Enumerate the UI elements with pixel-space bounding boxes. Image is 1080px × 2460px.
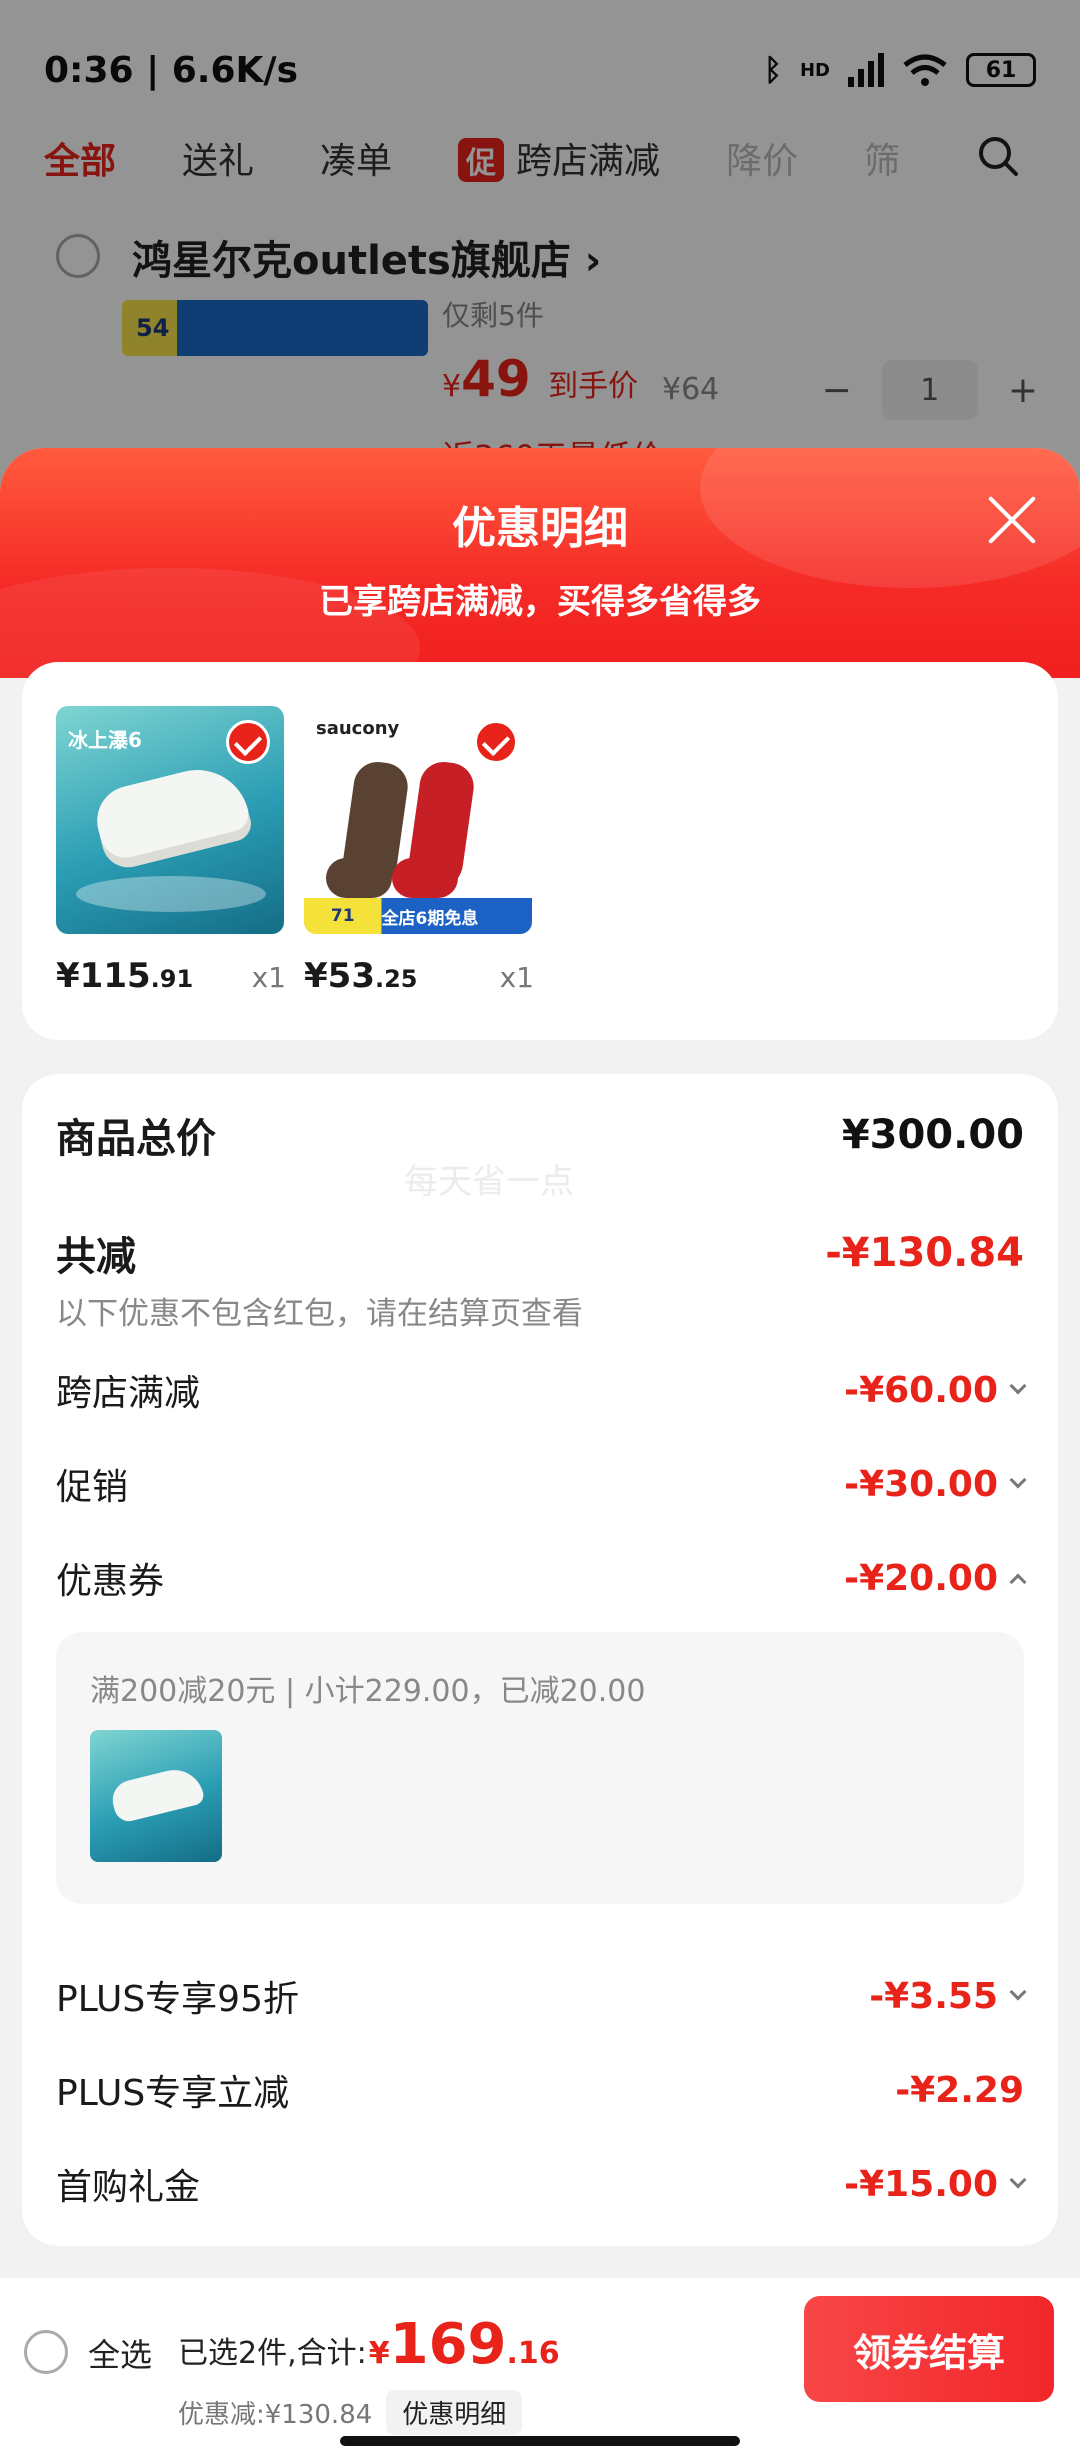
discount-note: 以下优惠不包含红包，请在结算页查看 [56,1296,583,1332]
total-price-value: ¥300.00 [841,1112,1024,1158]
discount-summary-card: 每天省一点 商品总价 ¥300.00 共减 -¥130.84 以下优惠不包含红包… [22,1074,1058,2246]
checkmark-icon[interactable] [226,720,270,764]
discount-row-first-purchase[interactable]: 首购礼金 -¥15.00 [56,2158,1027,2210]
product-image-shoe: 冰上瀑6 [56,706,284,934]
close-icon[interactable] [984,492,1040,548]
chevron-down-icon [1009,1377,1027,1395]
chevron-down-icon [1009,1983,1027,2001]
total-reduce-value: -¥130.84 [825,1230,1024,1276]
discount-row-plus-95[interactable]: PLUS专享95折 -¥3.55 [56,1970,1027,2022]
total-reduce-label: 共减 [56,1234,136,1280]
selected-total: 已选2件,合计: ¥ 169 .16 [178,2312,560,2377]
sheet-header: 优惠明细 已享跨店满减，买得多省得多 [0,448,1080,728]
dim-overlay[interactable] [0,0,1080,500]
background-page: 0:36 | 6.6K/s ᛒ HD 61 全部 送礼 凑单 促跨店满减 降价 … [0,0,1080,500]
discount-row-plus-instant: PLUS专享立减 -¥2.29 [56,2069,1024,2115]
total-amount: 169 [389,2312,507,2377]
coupon-detail-box: 满200减20元 | 小计229.00，已减20.00 [56,1632,1024,1904]
product-promo-strip: 71 全店6期免息 [304,898,532,934]
product-quantity: x1 [499,961,534,994]
coupon-product-thumb [90,1730,222,1862]
chevron-up-icon [1009,1573,1027,1591]
chevron-down-icon [1009,1471,1027,1489]
product-item[interactable]: 冰上瀑6 ¥115.91 x1 [56,706,286,996]
product-quantity: x1 [251,961,286,994]
discount-summary-line: 优惠减:¥130.84 优惠明细 [178,2390,523,2435]
checkout-button[interactable]: 领券结算 [804,2296,1054,2402]
coupon-detail-text: 满200减20元 | 小计229.00，已减20.00 [90,1674,646,1709]
sheet-title: 优惠明细 [452,503,628,554]
discount-detail-sheet: 优惠明细 已享跨店满减，买得多省得多 冰上瀑6 ¥115.91 x1 sauco… [0,448,1080,2460]
total-price-label: 商品总价 [56,1116,216,1162]
brand-logo: saucony [316,718,400,739]
discount-row-cross-store[interactable]: 跨店满减 -¥60.00 [56,1364,1027,1416]
product-price: ¥53.25 [304,956,418,996]
product-image-label: 冰上瀑6 [68,728,142,752]
home-indicator[interactable] [340,2436,740,2446]
product-price: ¥115.91 [56,956,194,996]
discount-row-coupon[interactable]: 优惠券 -¥20.00 [56,1552,1027,1604]
checkout-bar: 全选 已选2件,合计: ¥ 169 .16 优惠减:¥130.84 优惠明细 领… [0,2278,1080,2460]
select-all-radio[interactable] [24,2330,68,2374]
total-price-row: 商品总价 ¥300.00 [56,1106,1024,1164]
product-image-socks: saucony 71 全店6期免息 [304,706,532,934]
discount-row-promotion[interactable]: 促销 -¥30.00 [56,1458,1027,1510]
total-reduce-row: 共减 -¥130.84 [56,1224,1024,1282]
discount-detail-button[interactable]: 优惠明细 [386,2390,523,2435]
chevron-down-icon [1009,2171,1027,2189]
select-all-label[interactable]: 全选 [88,2330,152,2376]
sheet-subtitle: 已享跨店满减，买得多省得多 [319,582,761,622]
product-item[interactable]: saucony 71 全店6期免息 ¥53.25 x1 [304,706,534,996]
selected-products-card: 冰上瀑6 ¥115.91 x1 saucony 71 全店6期免息 ¥53.25 [22,662,1058,1040]
checkmark-icon[interactable] [474,720,518,764]
